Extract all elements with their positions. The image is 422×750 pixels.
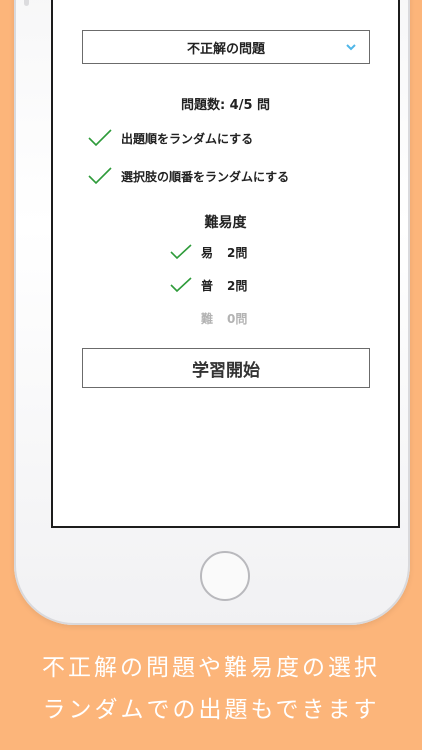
side-button-left (24, 0, 29, 6)
question-count: 問題数: 4/5 問 (180, 98, 271, 113)
option-random-order-label: 出題順をランダムにする (121, 131, 254, 146)
difficulty-easy-count: 2問 (227, 245, 248, 260)
difficulty-hard-name: 難 (201, 312, 214, 326)
difficulty-hard-count: 0問 (227, 312, 248, 326)
difficulty-normal-name: 普 (201, 278, 214, 293)
chevron-down-icon (346, 44, 356, 51)
caption-line-2: ランダムでの出題もできます (42, 697, 380, 723)
caption-line-1: 不正解の問題や難易度の選択 (42, 655, 380, 681)
difficulty-title: 難易度 (204, 215, 247, 231)
option-random-choices-label: 選択肢の順番をランダムにする (121, 169, 290, 184)
check-icon (88, 167, 112, 185)
start-study-button[interactable]: 学習開始 (82, 348, 370, 388)
check-icon (170, 244, 192, 260)
difficulty-easy-name: 易 (201, 245, 214, 260)
home-button (200, 551, 250, 601)
difficulty-easy[interactable]: 易 2問 (169, 243, 247, 261)
app-screen: 不正解の問題 問題数: 4/5 問 出題順をランダムにする 選択肢の順番をランダ… (51, 0, 400, 528)
check-icon (170, 277, 192, 293)
question-filter-select[interactable]: 不正解の問題 (82, 30, 370, 64)
difficulty-normal[interactable]: 普 2問 (169, 276, 247, 294)
question-filter-value: 不正解の問題 (186, 41, 265, 57)
option-random-order[interactable]: 出題順をランダムにする (87, 128, 253, 148)
difficulty-normal-count: 2問 (227, 278, 248, 293)
phone-frame: 不正解の問題 問題数: 4/5 問 出題順をランダムにする 選択肢の順番をランダ… (14, 0, 410, 625)
difficulty-hard[interactable]: 難 0問 (169, 310, 247, 327)
option-random-choices[interactable]: 選択肢の順番をランダムにする (87, 166, 289, 186)
check-icon (88, 129, 112, 147)
